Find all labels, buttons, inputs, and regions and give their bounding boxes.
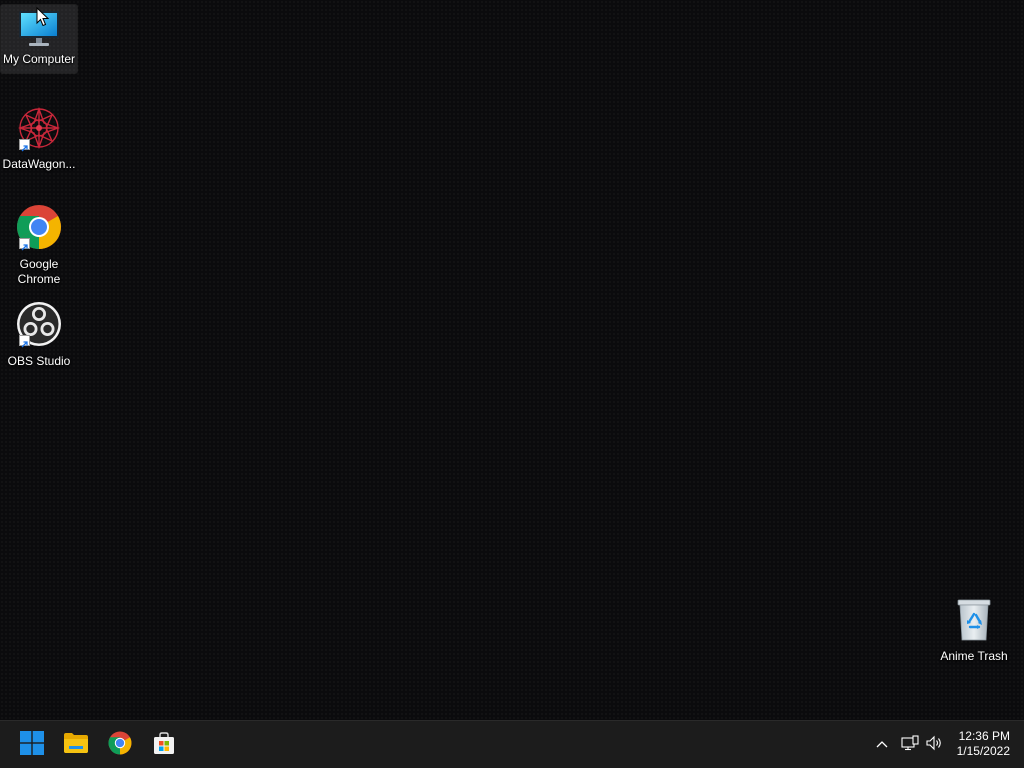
chevron-up-icon <box>875 736 889 754</box>
store-bag-icon <box>152 731 176 760</box>
desktop-icon-label: Anime Trash <box>940 649 1008 663</box>
tray-clock[interactable]: 12:36 PM 1/15/2022 <box>948 729 1010 759</box>
taskbar: 12:36 PM 1/15/2022 <box>0 720 1024 768</box>
tray-volume-button[interactable] <box>922 721 946 768</box>
chrome-icon <box>15 203 63 251</box>
taskbar-chrome-button[interactable] <box>102 727 138 763</box>
taskbar-store-button[interactable] <box>146 727 182 763</box>
folder-icon <box>63 732 89 759</box>
shortcut-arrow-icon <box>19 335 30 348</box>
clock-time: 12:36 PM <box>958 729 1010 743</box>
recycle-bin-icon <box>950 596 998 644</box>
shortcut-arrow-icon <box>19 139 30 152</box>
desktop-icon-obs-studio[interactable]: OBS Studio <box>1 300 77 370</box>
desktop-icon-label: OBS Studio <box>7 354 71 368</box>
desktop-icon-google-chrome[interactable]: Google Chrome <box>1 203 77 287</box>
desktop-icon-datawagon[interactable]: DataWagon... <box>1 104 77 172</box>
desktop-icon-label: DataWagon... <box>2 157 76 171</box>
datawagon-icon <box>15 104 63 152</box>
tray-overflow-button[interactable] <box>870 721 894 768</box>
desktop-icon-label: Google Chrome <box>17 257 61 286</box>
mouse-cursor-icon <box>36 6 50 32</box>
desktop[interactable]: My Computer DataWagon... Google Chrome O… <box>0 0 1024 720</box>
taskbar-file-explorer-button[interactable] <box>58 727 94 763</box>
tray-network-button[interactable] <box>898 721 922 768</box>
shortcut-arrow-icon <box>19 238 30 251</box>
chrome-icon <box>108 731 132 760</box>
clock-date: 1/15/2022 <box>956 744 1010 758</box>
volume-icon <box>925 735 943 756</box>
windows-logo-icon <box>20 730 44 760</box>
taskbar-start-button[interactable] <box>14 727 50 763</box>
obs-icon <box>15 300 63 348</box>
network-icon <box>901 734 919 756</box>
desktop-icon-label: My Computer <box>2 52 76 66</box>
desktop-icon-anime-trash[interactable]: Anime Trash <box>936 596 1012 664</box>
